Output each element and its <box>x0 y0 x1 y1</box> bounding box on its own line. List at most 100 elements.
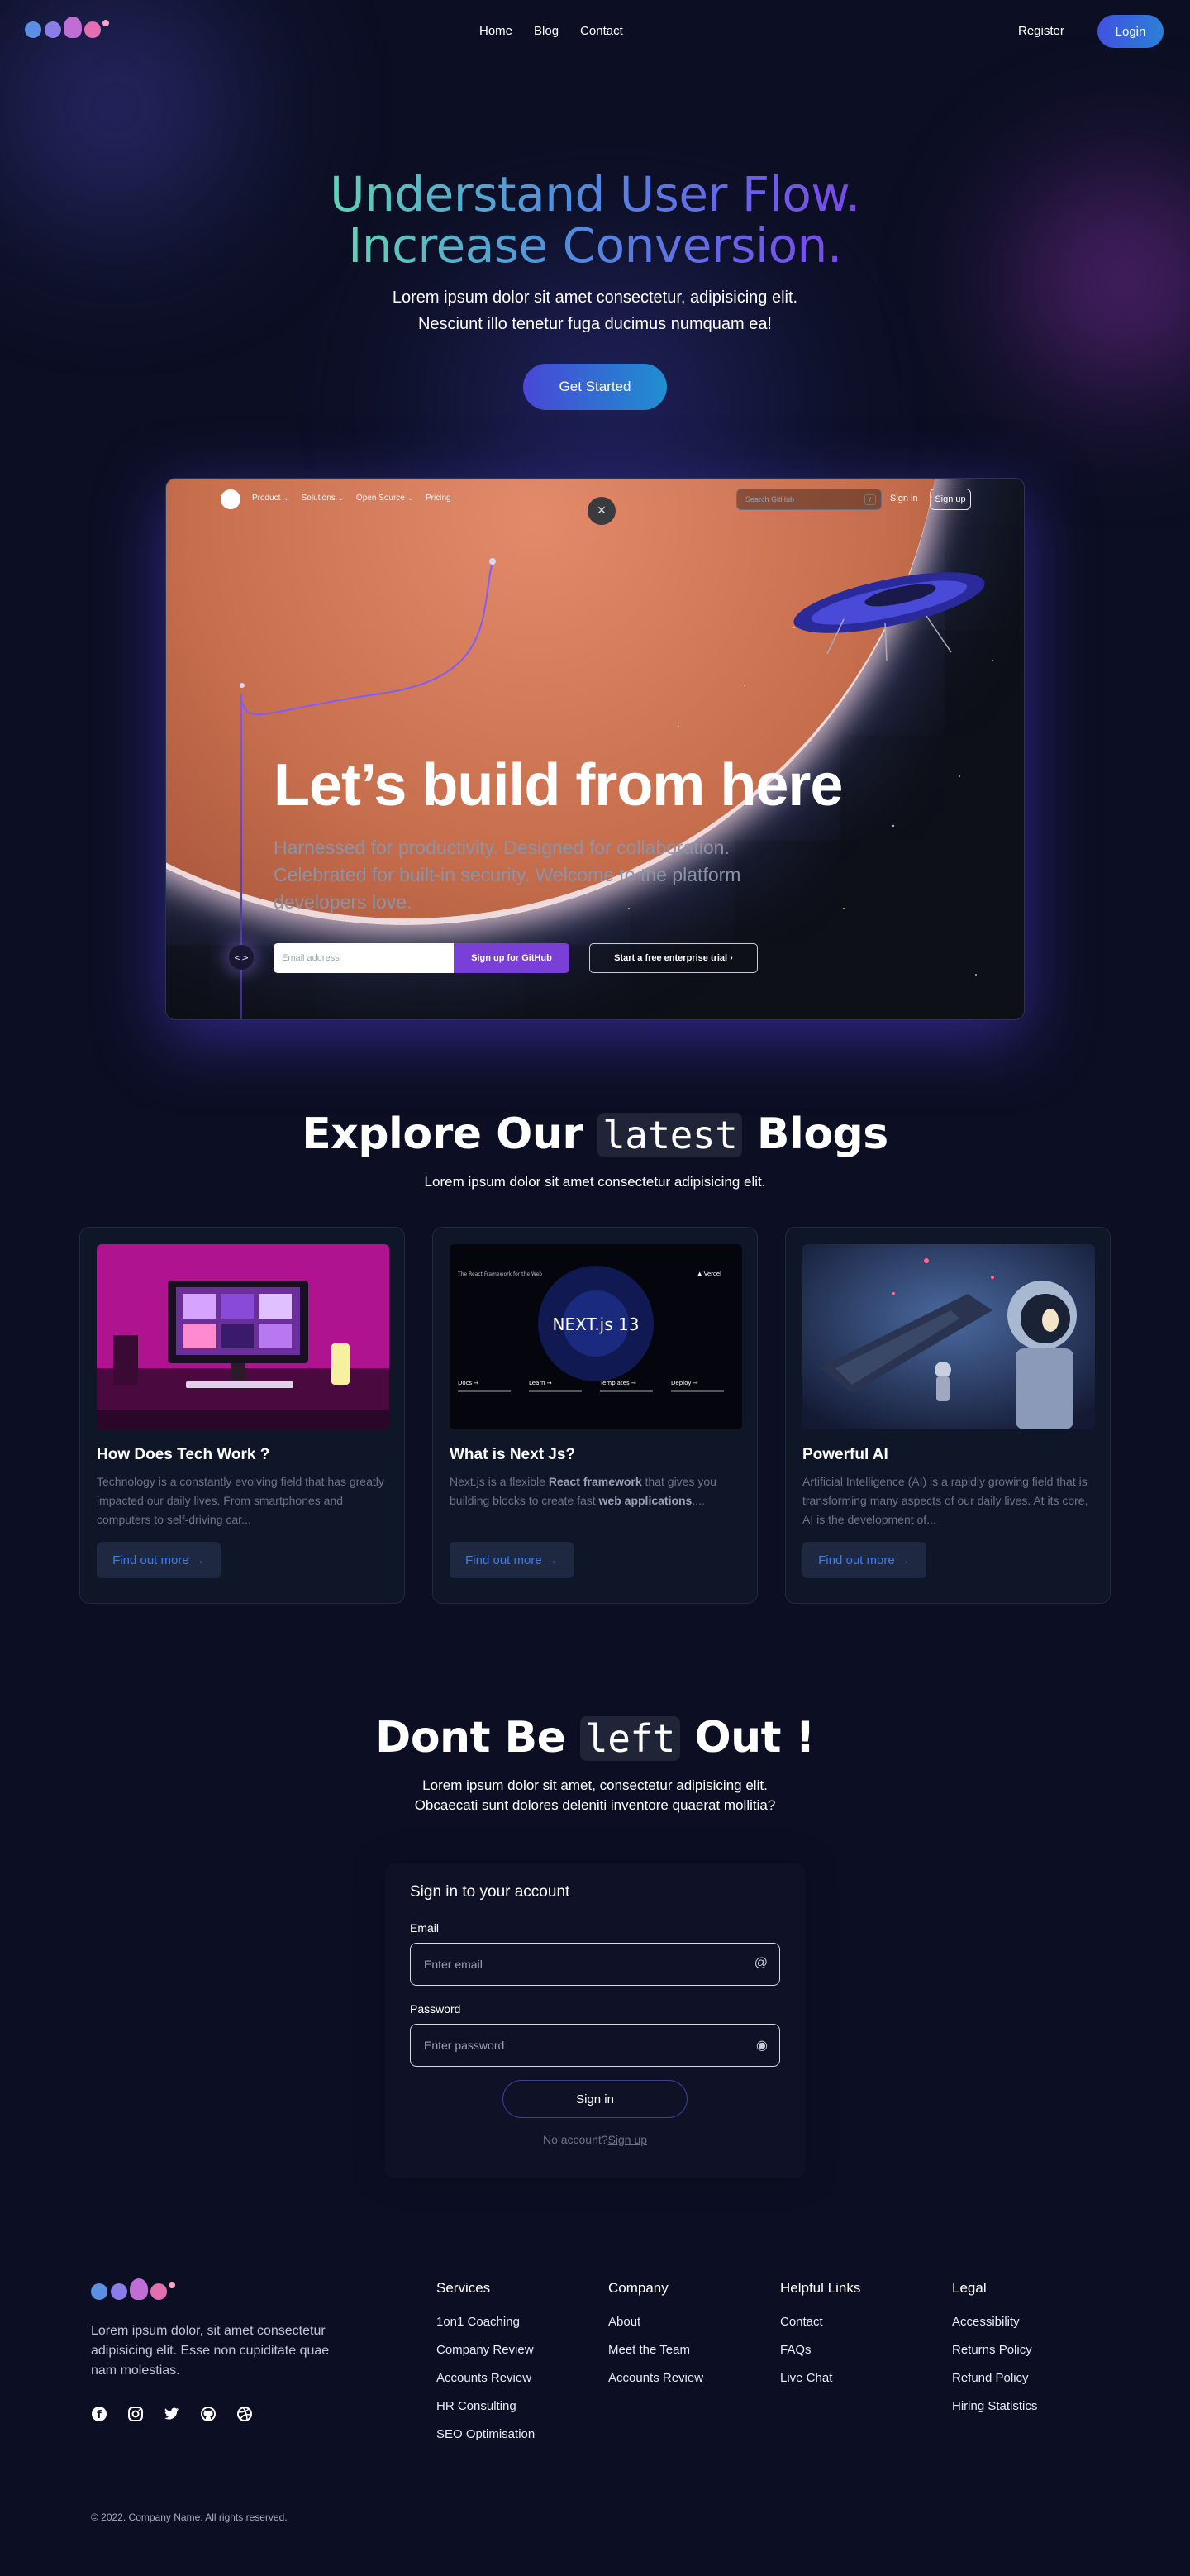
blogs-subtitle: Lorem ipsum dolor sit amet consectetur a… <box>424 1174 766 1190</box>
gh-hero-subtitle: Harnessed for productivity. Designed for… <box>274 837 741 913</box>
nextjs-image: NEXT.js 13 The React Framework for the W… <box>450 1244 742 1429</box>
signin-form-title: Sign in to your account <box>410 1883 570 1901</box>
password-field[interactable]: Enter password ◉ <box>410 2024 780 2067</box>
instagram-icon[interactable] <box>127 2406 144 2422</box>
space-decoration <box>240 558 993 976</box>
gh-nav-open-source[interactable]: Open Source ⌄ <box>356 494 414 503</box>
hero-subtitle: Lorem ipsum dolor sit amet consectetur, … <box>392 289 798 333</box>
blog-card: How Does Tech Work ? Technology is a con… <box>79 1227 405 1604</box>
footer-link[interactable]: Returns Policy <box>952 2343 1037 2357</box>
slash-key-icon: / <box>864 494 876 505</box>
footer-col-heading: Services <box>436 2280 491 2296</box>
nav-link-home[interactable]: Home <box>479 24 512 38</box>
footer-col-heading: Company <box>608 2280 669 2296</box>
gh-hero-title: Let’s build from here <box>274 752 843 818</box>
blog-card-description: Artificial Intelligence (AI) is a rapidl… <box>802 1475 1088 1526</box>
nav-links: Home Blog Contact <box>479 24 623 38</box>
nav-link-blog[interactable]: Blog <box>534 24 559 38</box>
footer-link[interactable]: Hiring Statistics <box>952 2399 1037 2413</box>
hero-title-line-1: Understand User Flow. <box>330 166 860 222</box>
signup-link[interactable]: Sign up <box>608 2133 647 2146</box>
tech-desk-image <box>97 1244 389 1429</box>
at-sign-icon: @ <box>754 1956 768 1970</box>
facebook-icon[interactable]: f <box>91 2406 107 2422</box>
close-icon[interactable]: ✕ <box>588 497 616 525</box>
hero-title-line-2: Increase Conversion. <box>348 217 842 274</box>
social-links: f <box>91 2406 253 2422</box>
gh-email-input[interactable]: Email address <box>274 943 454 973</box>
password-label: Password <box>410 2002 461 2015</box>
footer-link[interactable]: Accessibility <box>952 2315 1037 2329</box>
svg-text:▲ Vercel: ▲ Vercel <box>697 1271 721 1277</box>
no-account-text: No account?Sign up <box>542 2133 648 2146</box>
svg-text:Docs →: Docs → <box>458 1380 478 1386</box>
register-link[interactable]: Register <box>1018 24 1064 38</box>
astronaut-image <box>802 1244 1095 1429</box>
footer-logo[interactable] <box>91 2278 175 2300</box>
svg-text:Learn →: Learn → <box>529 1380 552 1386</box>
gh-nav-product[interactable]: Product ⌄ <box>252 494 290 503</box>
footer-link[interactable]: Accounts Review <box>436 2371 535 2385</box>
footer-link[interactable]: Contact <box>780 2315 860 2329</box>
gh-signup-button[interactable]: Sign up <box>930 489 971 510</box>
footer-col-helpful-links: Helpful Links Contact FAQs Live Chat <box>780 2280 860 2399</box>
footer-link[interactable]: About <box>608 2315 703 2329</box>
signin-section-title: Dont Be left Out ! <box>375 1713 815 1763</box>
blog-card-title: What is Next Js? <box>450 1446 576 1463</box>
blog-card: Powerful AI Artificial Intelligence (AI)… <box>785 1227 1111 1604</box>
gh-nav-solutions[interactable]: Solutions ⌄ <box>302 494 345 503</box>
dribbble-icon[interactable] <box>236 2406 253 2422</box>
footer-col-heading: Legal <box>952 2280 987 2296</box>
blog-card-title: How Does Tech Work ? <box>97 1446 270 1463</box>
footer-link[interactable]: FAQs <box>780 2343 860 2357</box>
github-showcase: Product ⌄ Solutions ⌄ Open Source ⌄ Pric… <box>165 478 1025 1020</box>
footer-link[interactable]: SEO Optimisation <box>436 2427 535 2441</box>
footer-link[interactable]: Accounts Review <box>608 2371 703 2385</box>
footer-link[interactable]: Company Review <box>436 2343 535 2357</box>
github-icon[interactable] <box>221 489 240 509</box>
footer-col-company: Company About Meet the Team Accounts Rev… <box>608 2280 703 2399</box>
blog-card-description: Next.js is a flexible React framework th… <box>450 1475 716 1507</box>
gh-signin-link[interactable]: Sign in <box>890 494 918 503</box>
svg-text:NEXT.js 13: NEXT.js 13 <box>553 1314 640 1334</box>
svg-text:Deploy →: Deploy → <box>671 1380 698 1386</box>
footer-col-legal: Legal Accessibility Returns Policy Refun… <box>952 2280 1037 2427</box>
brand-logo[interactable] <box>25 17 109 38</box>
blogs-title: Explore Our latest Blogs <box>302 1109 888 1159</box>
copyright: © 2022. Company Name. All rights reserve… <box>91 2512 288 2523</box>
code-icon: <> <box>229 945 254 970</box>
signin-form-panel <box>385 1863 805 2178</box>
footer-link[interactable]: 1on1 Coaching <box>436 2315 535 2329</box>
footer-link[interactable]: Meet the Team <box>608 2343 703 2357</box>
gh-signup-cta[interactable]: Sign up for GitHub <box>454 943 569 973</box>
footer-col-services: Services 1on1 Coaching Company Review Ac… <box>436 2280 535 2455</box>
gh-search-input[interactable]: Search GitHub / <box>736 489 882 510</box>
footer-link[interactable]: Refund Policy <box>952 2371 1037 2385</box>
blog-card-description: Technology is a constantly evolving fiel… <box>97 1475 384 1526</box>
get-started-button[interactable]: Get Started <box>523 364 667 410</box>
svg-text:f: f <box>97 2409 102 2421</box>
email-label: Email <box>410 1921 440 1934</box>
eye-icon[interactable]: ◉ <box>756 2037 768 2054</box>
find-out-more-button[interactable]: Find out more → <box>450 1542 574 1578</box>
login-button[interactable]: Login <box>1097 15 1164 48</box>
find-out-more-button[interactable]: Find out more → <box>802 1542 926 1578</box>
footer-link[interactable]: Live Chat <box>780 2371 860 2385</box>
gh-nav-pricing[interactable]: Pricing <box>426 494 451 503</box>
twitter-icon[interactable] <box>164 2406 180 2422</box>
signin-section-subtitle: Lorem ipsum dolor sit amet, consectetur … <box>414 1777 776 1813</box>
gh-enterprise-trial-button[interactable]: Start a free enterprise trial › <box>589 943 758 973</box>
footer-link[interactable]: HR Consulting <box>436 2399 535 2413</box>
blog-card-title: Powerful AI <box>802 1446 888 1463</box>
footer-col-heading: Helpful Links <box>780 2280 861 2296</box>
svg-text:Templates →: Templates → <box>599 1380 636 1386</box>
github-icon[interactable] <box>200 2406 217 2422</box>
footer-description: Lorem ipsum dolor, sit amet consectetur … <box>91 2324 330 2378</box>
email-field[interactable]: Enter email @ <box>410 1943 780 1986</box>
signin-button[interactable]: Sign in <box>502 2080 688 2118</box>
top-navbar: Home Blog Contact Register Login <box>0 0 1190 66</box>
blog-card: NEXT.js 13 The React Framework for the W… <box>432 1227 758 1604</box>
svg-text:The React Framework for the We: The React Framework for the Web <box>457 1271 542 1277</box>
find-out-more-button[interactable]: Find out more → <box>97 1542 221 1578</box>
nav-link-contact[interactable]: Contact <box>580 24 623 38</box>
